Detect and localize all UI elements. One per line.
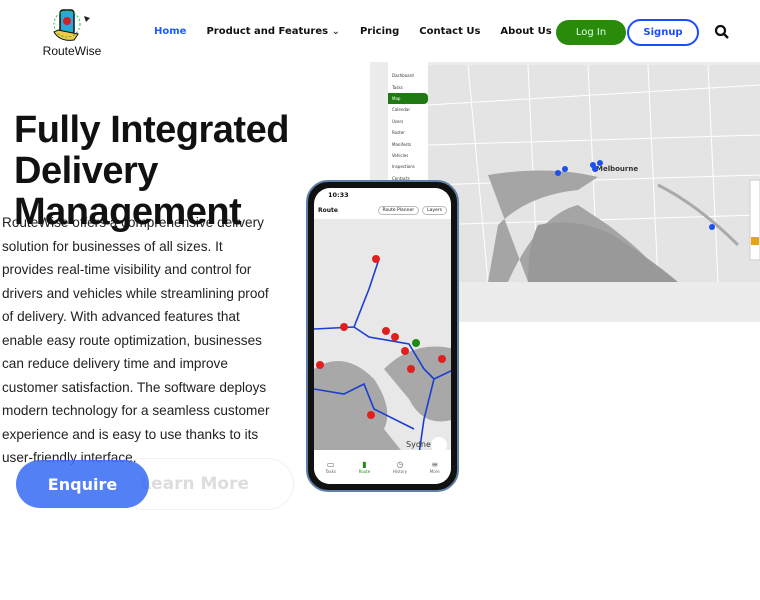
sidebar-item: Vehicles xyxy=(392,152,409,158)
layers-button[interactable]: Layers xyxy=(422,205,447,215)
route-planner-button[interactable]: Route Planner xyxy=(377,205,420,215)
title-line: Delivery xyxy=(14,150,158,192)
sidebar-item: Users xyxy=(392,118,404,124)
logo[interactable]: RouteWise xyxy=(40,8,104,58)
tab-history[interactable]: ◷ History xyxy=(393,460,407,474)
hero-description: RouteWise offers a comprehensive deliver… xyxy=(2,215,270,465)
enquire-button[interactable]: Enquire xyxy=(16,460,149,508)
map-icon: ▮ xyxy=(362,460,367,469)
sidebar-item: Calendar xyxy=(392,107,410,113)
title-line: Fully Integrated xyxy=(14,109,289,151)
melbourne-map: Melbourne xyxy=(428,65,760,282)
sidebar-item: Dashboard xyxy=(392,73,414,79)
tab-route[interactable]: ▮ Route xyxy=(359,460,371,474)
sidebar-item: Roster xyxy=(392,130,405,136)
phone-screen: 10:33 Route Route Planner Layers Sydney … xyxy=(314,188,451,484)
phone-hand-logo-icon xyxy=(53,9,90,41)
nav-product-and-features[interactable]: Product and Features ⌄ xyxy=(206,26,340,37)
nav-about-us[interactable]: About Us xyxy=(500,26,551,37)
title-line: Management xyxy=(14,191,242,233)
menu-icon: ≡ xyxy=(431,460,439,469)
tab-label: More xyxy=(429,469,440,474)
clock-icon: ◷ xyxy=(396,460,404,469)
phone-title: Route xyxy=(318,206,338,214)
tasks-icon: ▭ xyxy=(326,460,335,469)
route-map-graphic: Sydney xyxy=(314,255,451,455)
phone-header: Route Route Planner Layers xyxy=(318,203,447,217)
tab-label: Route xyxy=(358,469,371,474)
map-city-label: Melbourne xyxy=(596,165,638,173)
nav-contact-us[interactable]: Contact Us xyxy=(419,26,480,37)
map-graphic: Melbourne xyxy=(428,65,760,282)
chevron-down-icon: ⌄ xyxy=(331,26,340,37)
signup-button[interactable]: Signup xyxy=(627,19,699,46)
search-icon[interactable] xyxy=(714,24,730,40)
brand-name: RouteWise xyxy=(42,44,102,58)
sydney-map: Sydney xyxy=(314,219,451,455)
tab-tasks[interactable]: ▭ Tasks xyxy=(325,460,336,474)
nav-label: Product and Features xyxy=(206,26,329,37)
main-nav: Home Product and Features ⌄ Pricing Cont… xyxy=(154,26,552,37)
tab-label: Tasks xyxy=(325,469,337,474)
sidebar-item-active: Map xyxy=(388,92,428,105)
sidebar-item: Manifests xyxy=(392,141,412,147)
phone-tab-bar: ▭ Tasks ▮ Route ◷ History ≡ More xyxy=(314,450,451,484)
tab-more[interactable]: ≡ More xyxy=(430,460,440,474)
sidebar-item: Inspections xyxy=(392,164,415,170)
login-button[interactable]: Log In xyxy=(556,20,626,45)
nav-home[interactable]: Home xyxy=(154,26,186,37)
tab-label: History xyxy=(392,469,408,474)
sidebar-item: Tasks xyxy=(392,84,403,90)
status-time: 10:33 xyxy=(328,191,349,199)
phone-mockup: 10:33 Route Route Planner Layers Sydney … xyxy=(306,180,459,492)
nav-pricing[interactable]: Pricing xyxy=(360,26,399,37)
hero-title: Fully Integrated Delivery Management xyxy=(14,110,314,233)
